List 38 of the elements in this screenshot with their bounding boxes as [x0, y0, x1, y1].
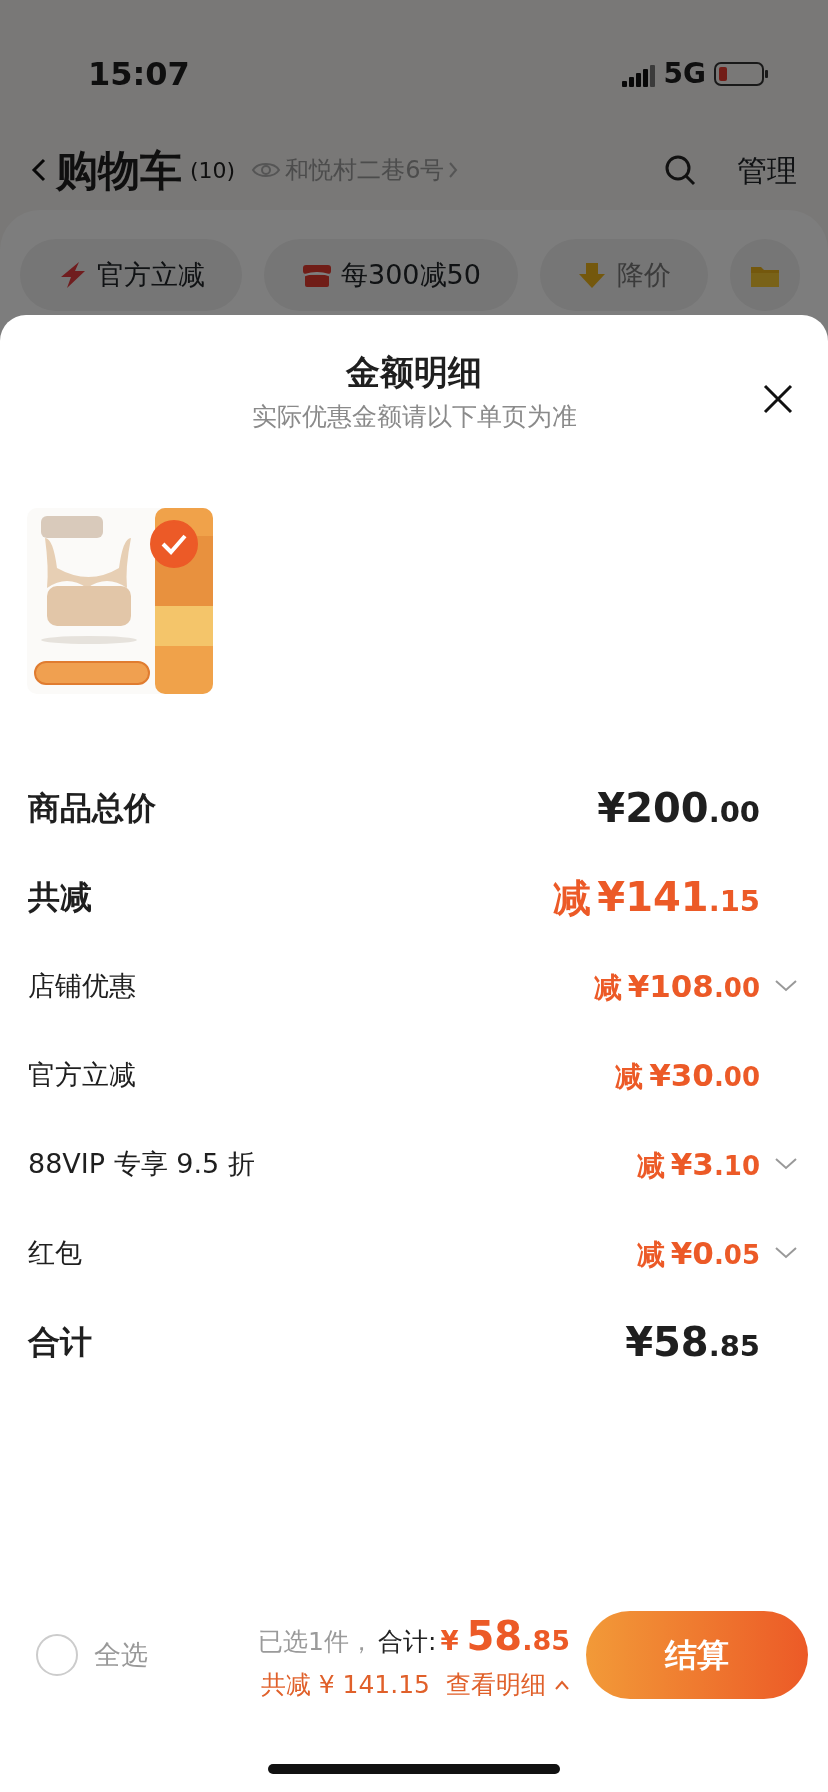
status-time: 15:07: [88, 54, 190, 95]
back-icon[interactable]: [30, 157, 48, 183]
amount-value: 减 ¥30.00: [615, 1055, 760, 1095]
amount-value: ¥200.00: [597, 784, 760, 833]
summary-label: 商品总价: [28, 788, 156, 829]
chevron-icon: [448, 161, 459, 179]
amount-value: 减 ¥108.00: [593, 966, 760, 1006]
summary-label: 官方立减: [28, 1057, 136, 1092]
amount-value: 减 ¥3.10: [636, 1144, 760, 1184]
saved-amount: 共减 ¥ 141.15: [260, 1669, 430, 1702]
select-all-label: 全选: [94, 1637, 148, 1672]
search-icon[interactable]: [664, 154, 696, 186]
check-icon[interactable]: [150, 519, 198, 568]
amount-value: ¥58.85: [625, 1318, 760, 1367]
promo-chip[interactable]: 官方立减: [20, 239, 242, 311]
promo-chip[interactable]: 降价: [539, 239, 708, 311]
sheet-subtitle: 实际优惠金额请以下单页为准: [251, 401, 577, 433]
page-title: 购物车: [56, 144, 182, 197]
battery-icon: [714, 62, 770, 86]
checkout-button[interactable]: 结算: [586, 1611, 808, 1699]
promo-chip[interactable]: 每300减50: [264, 239, 518, 311]
summary-label: 店铺优惠: [28, 968, 136, 1003]
item-count: (10): [190, 156, 236, 185]
amount-value: 减¥141.15: [553, 873, 760, 922]
manage-button[interactable]: 管理: [736, 146, 798, 194]
close-button[interactable]: [762, 383, 794, 415]
selected-count: 已选1件，: [258, 1626, 374, 1659]
sheet-title: 金额明细: [345, 351, 483, 394]
details-link[interactable]: 查看明细: [446, 1666, 570, 1704]
summary-label: 合计: [28, 1322, 92, 1363]
amount-value: 减 ¥0.05: [636, 1233, 760, 1273]
total-label: 合计:: [377, 1626, 437, 1659]
total-amount: ¥ 58.85: [440, 1612, 570, 1662]
summary-label: 88VIP 专享 9.5 折: [28, 1146, 255, 1181]
select-all-radio[interactable]: [36, 1634, 78, 1676]
summary-label: 共减: [28, 877, 92, 918]
network-label: 5G: [663, 56, 706, 92]
summary-label: 红包: [28, 1235, 82, 1270]
